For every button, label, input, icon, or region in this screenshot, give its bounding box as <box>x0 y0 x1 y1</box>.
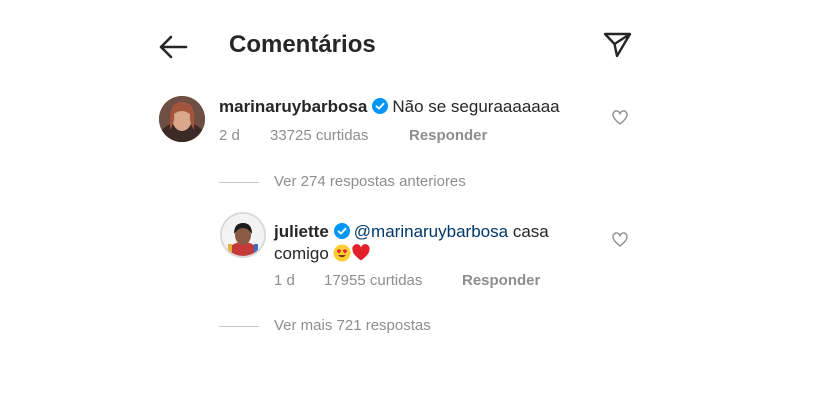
comment-meta: 2 d 33725 curtidas Responder <box>219 126 519 146</box>
reply-text: casa <box>512 222 549 241</box>
red-heart-emoji <box>352 244 370 261</box>
reply-username[interactable]: juliette <box>274 222 329 241</box>
reply-time: 1 d <box>274 272 295 289</box>
direct-share-icon[interactable] <box>601 29 633 59</box>
view-previous-replies-label: Ver 274 respostas anteriores <box>274 173 466 190</box>
back-arrow-icon[interactable] <box>157 32 189 62</box>
avatar[interactable] <box>220 212 266 258</box>
avatar-photo <box>159 96 205 142</box>
comment-text: Não se seguraaaaaaa <box>392 97 560 116</box>
verified-badge-icon <box>372 98 389 114</box>
verified-badge-icon <box>333 223 350 239</box>
view-more-replies[interactable]: Ver mais 721 respostas <box>219 316 431 336</box>
reply-line-1: juliette @marinaruybarbosa casa <box>274 221 549 243</box>
reply-mention[interactable]: @marinaruybarbosa <box>354 222 508 241</box>
comment-username[interactable]: marinaruybarbosa <box>219 97 367 116</box>
smiling-face-with-heart-eyes-emoji <box>333 244 351 262</box>
comment-likes[interactable]: 33725 curtidas <box>270 126 368 146</box>
reply-line-2: comigo <box>274 243 370 265</box>
avatar[interactable] <box>159 96 205 142</box>
heart-icon[interactable] <box>612 110 628 126</box>
heart-icon[interactable] <box>612 232 628 248</box>
thread-divider <box>219 326 259 327</box>
view-more-replies-label: Ver mais 721 respostas <box>274 317 431 334</box>
reply-meta: 1 d 17955 curtidas Responder <box>274 271 574 291</box>
reply-likes[interactable]: 17955 curtidas <box>324 271 422 291</box>
view-previous-replies[interactable]: Ver 274 respostas anteriores <box>219 172 466 192</box>
reply-text-continued: comigo <box>274 244 329 263</box>
reply-button[interactable]: Responder <box>409 126 487 146</box>
page-title: Comentários <box>229 31 376 58</box>
comment-time: 2 d <box>219 127 240 144</box>
comment-line: marinaruybarbosa Não se seguraaaaaaa <box>219 96 560 118</box>
thread-divider <box>219 182 259 183</box>
avatar-photo <box>222 214 264 256</box>
reply-button[interactable]: Responder <box>462 271 540 291</box>
